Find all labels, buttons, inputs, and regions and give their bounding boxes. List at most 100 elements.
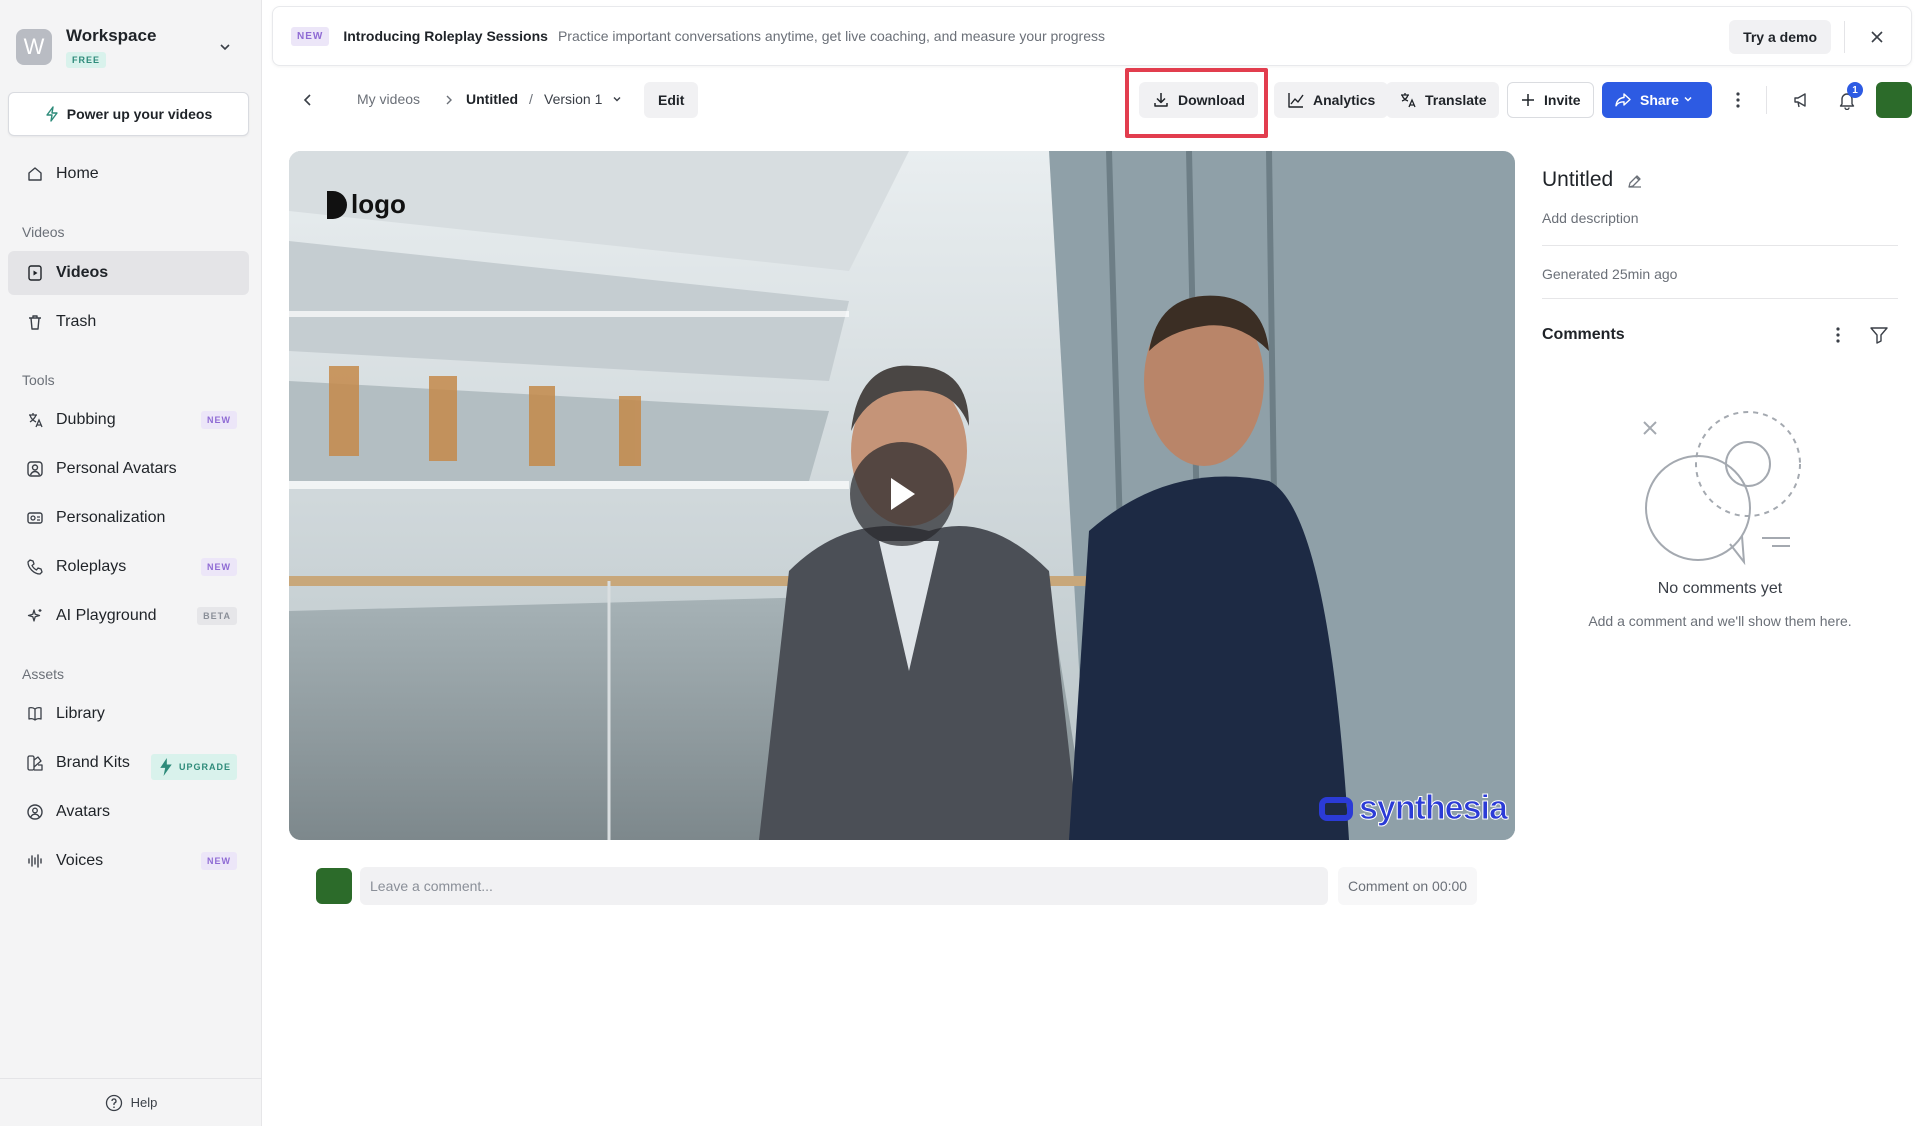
sidebar-item-personal-avatars[interactable]: Personal Avatars (8, 447, 249, 491)
workspace-name: Workspace (66, 26, 157, 45)
personalization-icon (27, 512, 43, 524)
chevron-right-icon (446, 95, 452, 105)
analytics-button[interactable]: Analytics (1274, 82, 1389, 118)
chevron-down-icon (613, 97, 621, 102)
download-label: Download (1178, 92, 1245, 108)
user-avatar[interactable] (1876, 82, 1912, 118)
synthesia-logo-icon (1319, 796, 1353, 821)
person-icon (27, 461, 43, 477)
share-button[interactable]: Share (1602, 82, 1712, 118)
more-vertical-icon (1736, 92, 1740, 108)
sidebar-item-label: Home (56, 165, 99, 182)
add-description[interactable]: Add description (1542, 210, 1639, 226)
new-badge: NEW (291, 26, 330, 46)
phone-icon (27, 559, 43, 575)
lightning-icon (160, 758, 172, 776)
logo-mark-icon (327, 190, 347, 219)
close-icon[interactable] (1867, 27, 1887, 47)
chart-icon (1288, 93, 1304, 108)
breadcrumb-current: Untitled (466, 91, 519, 107)
breadcrumb-my-videos[interactable]: My videos (357, 91, 420, 107)
sidebar-item-label: Library (56, 705, 105, 722)
help-label: Help (130, 1095, 158, 1110)
sidebar-item-label: Trash (56, 313, 97, 330)
version-selector[interactable]: Version 1 (544, 91, 622, 107)
sidebar-item-label: Avatars (56, 803, 110, 820)
try-demo-button[interactable]: Try a demo (1729, 20, 1831, 54)
sidebar-item-label: Dubbing (56, 411, 116, 428)
sidebar-item-videos[interactable]: Videos (8, 251, 249, 295)
back-button[interactable] (296, 88, 320, 112)
toolbar-divider (1766, 86, 1767, 114)
chevron-down-icon[interactable] (1682, 93, 1694, 105)
banner-text: Practice important conversations anytime… (557, 28, 1105, 44)
book-icon (28, 707, 42, 721)
generated-time: Generated 25min ago (1542, 266, 1678, 282)
empty-comments-illustration (1643, 411, 1801, 566)
sparkle-icon (27, 609, 42, 622)
help-button[interactable]: Help (0, 1078, 262, 1126)
section-label-videos: Videos (22, 224, 65, 240)
version-label: Version 1 (544, 91, 603, 107)
sidebar-item-label: Videos (56, 264, 109, 281)
trash-icon (29, 315, 41, 330)
section-label-assets: Assets (22, 666, 65, 682)
invite-button[interactable]: Invite (1507, 82, 1594, 118)
divider (1542, 245, 1898, 246)
filter-icon[interactable] (1868, 324, 1890, 346)
empty-comments-title: No comments yet (1657, 580, 1783, 597)
new-badge: NEW (201, 411, 237, 429)
chevron-down-icon[interactable] (214, 36, 236, 58)
avatar-icon (27, 804, 43, 820)
notifications-button[interactable]: 1 (1835, 82, 1863, 112)
share-label: Share (1640, 92, 1679, 108)
section-label-tools: Tools (22, 372, 55, 388)
power-up-button[interactable]: Power up your videos (8, 92, 249, 136)
banner-title: Introducing Roleplay Sessions (343, 28, 548, 44)
sidebar-item-label: Personalization (56, 509, 166, 526)
invite-label: Invite (1544, 92, 1581, 108)
notification-count-badge: 1 (1847, 82, 1863, 98)
sidebar-item-library[interactable]: Library (8, 692, 249, 736)
sidebar-item-trash[interactable]: Trash (8, 300, 249, 344)
new-badge: NEW (201, 558, 237, 576)
play-button[interactable] (850, 442, 954, 546)
sidebar-item-label: Brand Kits (56, 754, 130, 771)
pencil-icon[interactable] (1626, 172, 1644, 190)
comment-timestamp-button[interactable]: Comment on 00:00 (1338, 867, 1478, 905)
empty-comments-subtitle: Add a comment and we'll show them here. (1588, 613, 1852, 629)
sidebar-item-label: Personal Avatars (56, 460, 177, 477)
lightning-icon (46, 106, 58, 122)
translate-button[interactable]: Translate (1386, 82, 1500, 118)
sidebar-item-roleplays[interactable]: Roleplays NEW (8, 545, 249, 589)
help-icon (105, 1094, 122, 1111)
sidebar-item-brand-kits[interactable]: Brand Kits UPGRADE (8, 741, 249, 785)
download-button[interactable]: Download (1139, 82, 1258, 118)
comment-input[interactable] (360, 867, 1328, 905)
sidebar: W Workspace FREE Power up your videos Ho… (0, 0, 262, 1126)
announcements-button[interactable] (1790, 88, 1814, 112)
more-vertical-icon[interactable] (1828, 324, 1848, 346)
workspace-switcher[interactable]: W Workspace FREE (16, 22, 246, 72)
chevron-left-icon (303, 94, 311, 106)
megaphone-icon (1794, 93, 1806, 108)
sidebar-item-avatars[interactable]: Avatars (8, 790, 249, 834)
sidebar-item-label: Roleplays (56, 558, 127, 575)
upgrade-badge[interactable]: UPGRADE (150, 754, 237, 780)
sidebar-item-home[interactable]: Home (8, 152, 249, 196)
upgrade-label: UPGRADE (178, 762, 231, 772)
home-icon (28, 167, 42, 181)
plus-icon (1522, 94, 1534, 106)
more-options-button[interactable] (1726, 88, 1750, 112)
watermark-text: synthesia (1359, 789, 1509, 828)
sidebar-item-label: Voices (56, 852, 104, 869)
sidebar-item-voices[interactable]: Voices NEW (8, 839, 249, 883)
edit-button[interactable]: Edit (644, 82, 699, 118)
sidebar-item-dubbing[interactable]: Dubbing NEW (8, 398, 249, 442)
video-player[interactable]: logo synthesia (289, 151, 1515, 840)
sidebar-item-personalization[interactable]: Personalization (8, 496, 249, 540)
sidebar-item-label: AI Playground (56, 607, 157, 624)
waveform-icon (28, 854, 42, 868)
sidebar-item-ai-playground[interactable]: AI Playground BETA (8, 594, 249, 638)
divider (1542, 298, 1898, 299)
